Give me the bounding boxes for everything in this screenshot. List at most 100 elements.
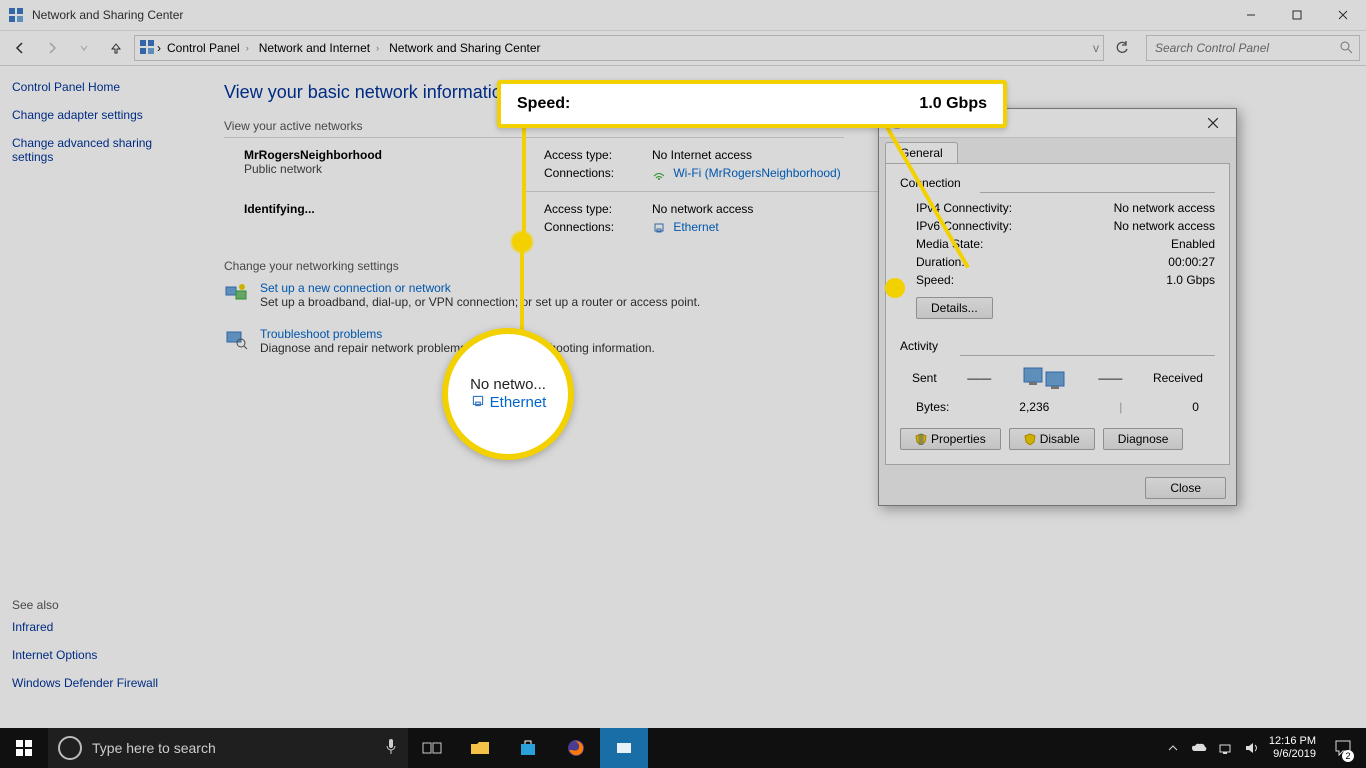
search-box[interactable] [1146, 35, 1360, 61]
net2-access-label: Access type: [544, 202, 644, 216]
mic-icon[interactable] [384, 738, 398, 759]
action-center-button[interactable]: 2 [1326, 728, 1360, 768]
callout-dot [885, 278, 905, 298]
callout-dot [512, 232, 532, 252]
crumb-network-internet[interactable]: Network and Internet› [255, 37, 383, 59]
callout-zoom-top: No netwo... [470, 376, 546, 393]
setup-icon [224, 281, 248, 305]
net2-conn-link[interactable]: Ethernet [673, 220, 718, 234]
callout-zoom-circle: No netwo... Ethernet [442, 328, 574, 460]
details-button[interactable]: Details... [916, 297, 993, 319]
sidebar-defender-firewall[interactable]: Windows Defender Firewall [12, 676, 188, 690]
close-button[interactable] [1320, 0, 1366, 30]
network-1-type: Public network [244, 162, 544, 176]
speed-value: 1.0 Gbps [1166, 273, 1215, 287]
cortana-icon [58, 736, 82, 760]
tray-clock[interactable]: 12:16 PM 9/6/2019 [1269, 735, 1316, 761]
callout-line [520, 252, 524, 332]
forward-button[interactable] [38, 34, 66, 62]
sent-label: Sent [912, 371, 937, 385]
breadcrumb[interactable]: › Control Panel› Network and Internet› N… [134, 35, 1104, 61]
ethernet-icon [470, 393, 486, 413]
recent-dropdown[interactable] [70, 34, 98, 62]
sidebar-adapter-settings[interactable]: Change adapter settings [12, 108, 188, 122]
ethernet-icon [652, 221, 666, 235]
taskbar-store-icon[interactable] [504, 728, 552, 768]
net1-conn-link[interactable]: Wi-Fi (MrRogersNeighborhood) [673, 166, 840, 180]
callout-speed-label: Speed: [517, 95, 919, 113]
sidebar-internet-options[interactable]: Internet Options [12, 648, 188, 662]
properties-button[interactable]: Properties [900, 428, 1001, 450]
tray-network-icon[interactable] [1217, 740, 1233, 756]
titlebar: Network and Sharing Center [0, 0, 1366, 31]
breadcrumb-icon [139, 39, 155, 58]
setup-connection-desc: Set up a broadband, dial-up, or VPN conn… [260, 295, 700, 309]
minimize-button[interactable] [1228, 0, 1274, 30]
maximize-button[interactable] [1274, 0, 1320, 30]
net2-conn-label: Connections: [544, 220, 644, 235]
bytes-received: 0 [1192, 400, 1199, 414]
net1-access-label: Access type: [544, 148, 644, 162]
sidebar-advanced-sharing[interactable]: Change advanced sharing settings [12, 136, 188, 164]
chevron-right-icon: › [157, 41, 161, 55]
diagnose-button[interactable]: Diagnose [1103, 428, 1184, 450]
chevron-down-icon[interactable]: v [1093, 41, 1099, 55]
bytes-sent: 2,236 [1019, 400, 1049, 414]
taskbar-explorer-icon[interactable] [456, 728, 504, 768]
up-button[interactable] [102, 34, 130, 62]
dialog-tabs: General [879, 138, 1236, 163]
tray-time: 12:16 PM [1269, 735, 1316, 748]
wifi-icon [652, 167, 666, 181]
window-title: Network and Sharing Center [32, 8, 1228, 22]
refresh-button[interactable] [1108, 36, 1136, 60]
group-activity: Activity [900, 339, 1215, 353]
dialog-close-button[interactable] [1196, 112, 1230, 134]
back-button[interactable] [6, 34, 34, 62]
speed-label: Speed: [916, 273, 954, 287]
callout-speed-box: Speed: 1.0 Gbps [497, 80, 1007, 128]
taskbar-search-placeholder: Type here to search [92, 740, 216, 756]
media-value: Enabled [1171, 237, 1215, 251]
system-tray: 12:16 PM 9/6/2019 2 [1165, 728, 1366, 768]
disable-button[interactable]: Disable [1009, 428, 1095, 450]
received-label: Received [1153, 371, 1203, 385]
callout-line [522, 127, 526, 242]
app-icon [8, 7, 24, 23]
callout-speed-value: 1.0 Gbps [919, 95, 987, 113]
ipv6-label: IPv6 Connectivity: [916, 219, 1012, 233]
ipv4-value: No network access [1114, 201, 1215, 215]
search-input[interactable] [1153, 40, 1339, 56]
network-2-name: Identifying... [244, 202, 544, 216]
task-view-button[interactable] [408, 728, 456, 768]
duration-value: 00:00:27 [1168, 255, 1215, 269]
taskbar-search[interactable]: Type here to search [48, 728, 408, 768]
sidebar: Control Panel Home Change adapter settin… [0, 66, 200, 730]
sidebar-infrared[interactable]: Infrared [12, 620, 188, 634]
start-button[interactable] [0, 728, 48, 768]
computers-icon [1022, 362, 1068, 394]
net2-access-value: No network access [652, 202, 753, 216]
tray-onedrive-icon[interactable] [1191, 740, 1207, 756]
troubleshoot-icon [224, 327, 248, 351]
search-icon[interactable] [1339, 40, 1353, 57]
address-bar: › Control Panel› Network and Internet› N… [0, 31, 1366, 66]
ipv6-value: No network access [1114, 219, 1215, 233]
taskbar-settings-icon[interactable] [600, 728, 648, 768]
bytes-label: Bytes: [916, 400, 949, 414]
taskbar: Type here to search 12:16 PM 9/6/2019 2 [0, 728, 1366, 768]
see-also-label: See also [12, 598, 188, 612]
taskbar-firefox-icon[interactable] [552, 728, 600, 768]
dialog-close-footer-button[interactable]: Close [1145, 477, 1226, 499]
sidebar-home[interactable]: Control Panel Home [12, 80, 188, 94]
net1-conn-label: Connections: [544, 166, 644, 181]
net1-access-value: No Internet access [652, 148, 841, 162]
setup-connection-link[interactable]: Set up a new connection or network [260, 281, 700, 295]
tray-volume-icon[interactable] [1243, 740, 1259, 756]
duration-label: Duration: [916, 255, 965, 269]
action-center-badge: 2 [1342, 750, 1354, 762]
troubleshoot-link[interactable]: Troubleshoot problems [260, 327, 655, 341]
crumb-control-panel[interactable]: Control Panel› [163, 37, 253, 59]
tray-date: 9/6/2019 [1269, 748, 1316, 761]
tray-chevron-up-icon[interactable] [1165, 740, 1181, 756]
crumb-sharing-center[interactable]: Network and Sharing Center [385, 37, 544, 59]
